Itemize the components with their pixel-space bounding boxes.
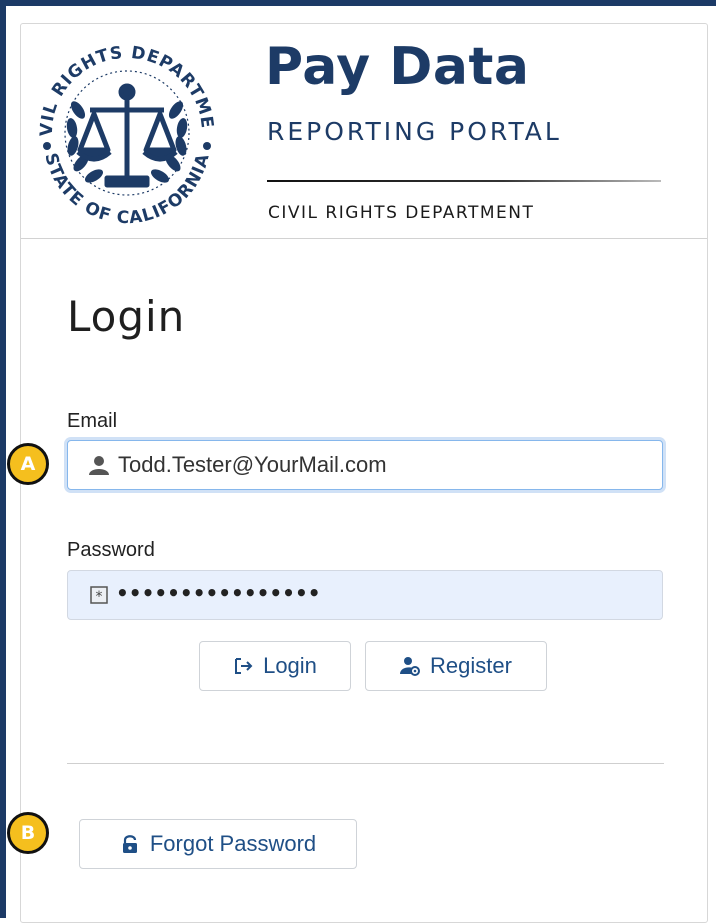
password-field-icon: * [90,586,108,604]
page-frame: CIVIL RIGHTS DEPARTMENT STATE OF CALIFOR… [0,0,716,923]
password-label: Password [67,539,155,561]
user-gear-icon [400,657,421,676]
login-button[interactable]: Login [199,641,351,691]
callout-marker-a: A [7,443,49,485]
portal-header: CIVIL RIGHTS DEPARTMENT STATE OF CALIFOR… [21,24,707,239]
password-field[interactable]: * •••••••••••••••• [67,570,663,620]
callout-marker-b: B [7,812,49,854]
department-seal-logo: CIVIL RIGHTS DEPARTMENT STATE OF CALIFOR… [22,28,225,231]
register-button[interactable]: Register [365,641,547,691]
title-divider [267,180,661,182]
forgot-password-label: Forgot Password [149,831,317,856]
login-panel: CIVIL RIGHTS DEPARTMENT STATE OF CALIFOR… [20,23,708,923]
password-value[interactable]: •••••••••••••••• [116,581,321,605]
email-field[interactable]: Todd.Tester@YourMail.com [67,440,663,490]
portal-title: Pay Data [265,37,530,97]
sign-in-icon [235,658,253,674]
section-divider [67,763,664,764]
email-label: Email [67,410,118,432]
unlock-icon [122,835,137,853]
user-icon [89,456,109,475]
frame-border-top [0,0,716,6]
login-button-label: Login [263,653,317,678]
email-value[interactable]: Todd.Tester@YourMail.com [118,452,387,478]
page-title: Login [67,292,186,341]
department-name: CIVIL RIGHTS DEPARTMENT [268,203,535,223]
forgot-password-button[interactable]: Forgot Password [79,819,357,869]
svg-text:*: * [96,589,103,604]
register-button-label: Register [430,653,512,678]
frame-border-left [0,0,6,918]
portal-subtitle: REPORTING PORTAL [267,117,562,146]
